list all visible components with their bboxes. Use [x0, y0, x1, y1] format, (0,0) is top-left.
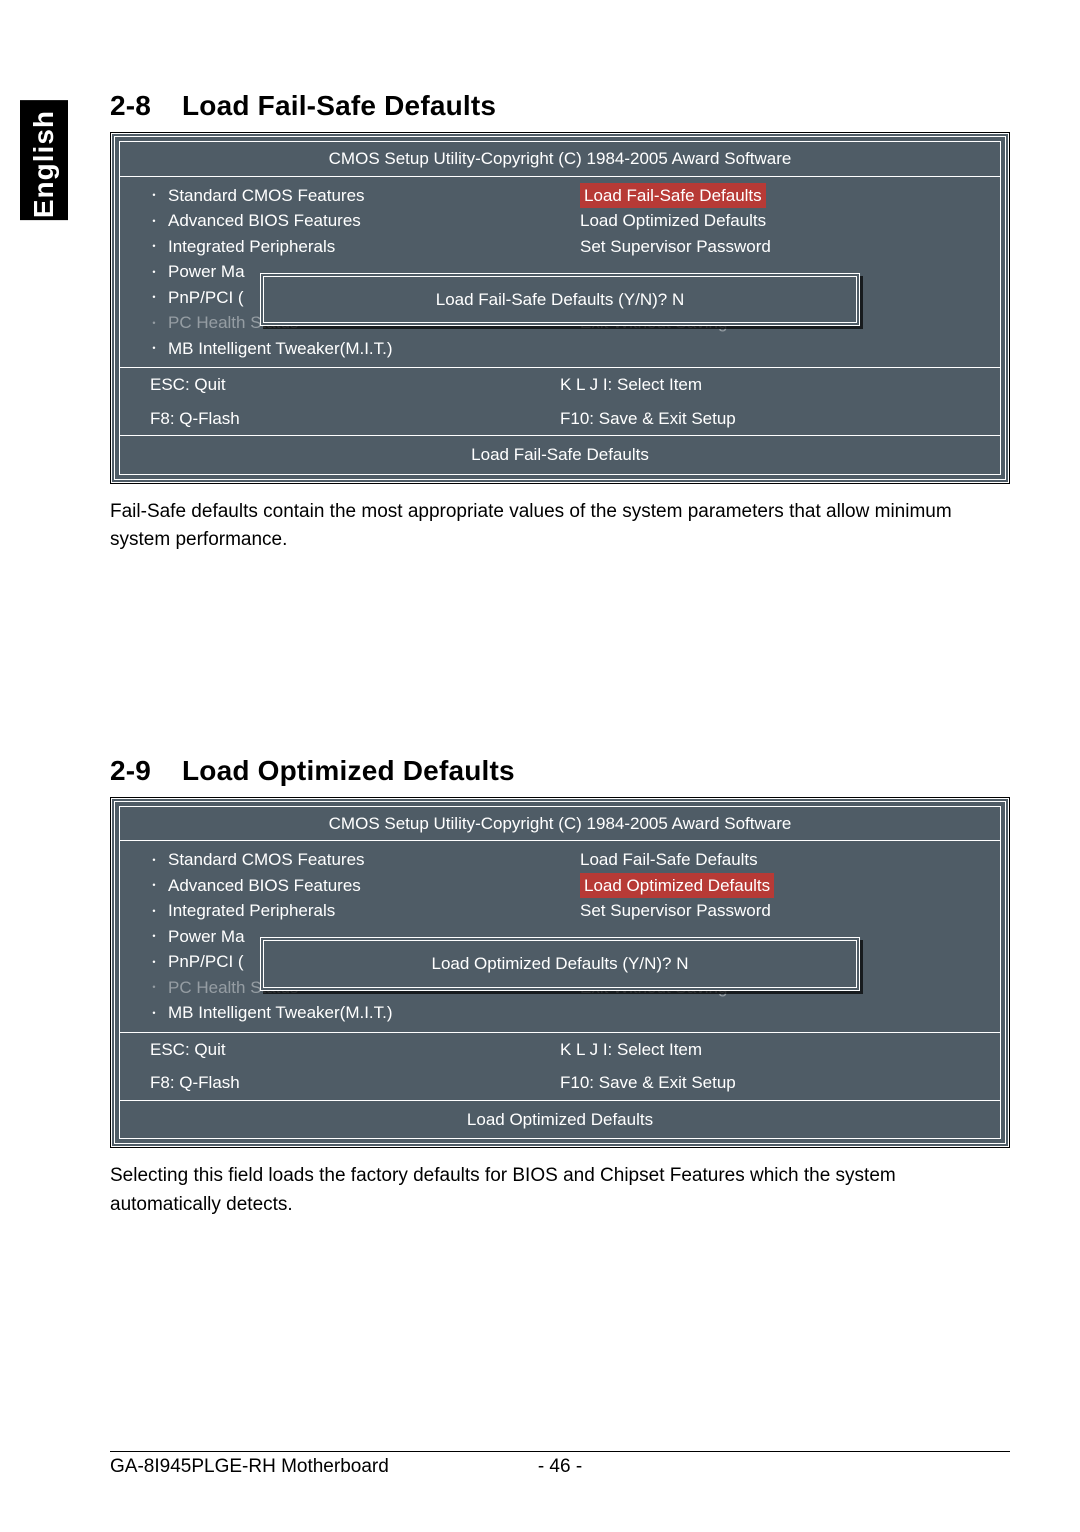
bios-key-f10: F10: Save & Exit Setup — [560, 406, 970, 432]
bios-menu-item — [580, 336, 980, 362]
bios-menu-item[interactable]: •MB Intelligent Tweaker(M.I.T.) — [140, 1000, 540, 1026]
bios-key-esc: ESC: Quit — [150, 372, 560, 398]
footer-product: GA-8I945PLGE-RH Motherboard — [110, 1456, 538, 1478]
bios-keys-row-1b: ESC: Quit K L J I: Select Item — [120, 1033, 1000, 1067]
bios-menu-item[interactable]: •Standard CMOS Features — [140, 847, 540, 873]
bios-keys-row-2b: F8: Q-Flash F10: Save & Exit Setup — [120, 1066, 1000, 1100]
bios-menu-item[interactable]: •Integrated Peripherals — [140, 898, 540, 924]
bios-screenshot-1: CMOS Setup Utility-Copyright (C) 1984-20… — [110, 132, 1010, 484]
bios-screenshot-2: CMOS Setup Utility-Copyright (C) 1984-20… — [110, 797, 1010, 1149]
bios-key-f8: F8: Q-Flash — [150, 1070, 560, 1096]
bios-menu-item[interactable]: •MB Intelligent Tweaker(M.I.T.) — [140, 336, 540, 362]
bios-menu-item-highlight[interactable]: Load Fail-Safe Defaults — [580, 183, 980, 209]
section-number-1: 2-8 — [110, 90, 174, 122]
bios-keys-row-2: F8: Q-Flash F10: Save & Exit Setup — [120, 402, 1000, 436]
bios-key-select: K L J I: Select Item — [560, 372, 970, 398]
bios-key-select: K L J I: Select Item — [560, 1037, 970, 1063]
bios-menu-item[interactable]: Set Supervisor Password — [580, 898, 980, 924]
bios-menu-item-highlight[interactable]: Load Optimized Defaults — [580, 873, 980, 899]
bios-key-f10: F10: Save & Exit Setup — [560, 1070, 970, 1096]
bios-menu-item[interactable]: •Integrated Peripherals — [140, 234, 540, 260]
bios-description-1: Load Fail-Safe Defaults — [120, 435, 1000, 474]
section-paragraph-2: Selecting this field loads the factory d… — [110, 1162, 1010, 1219]
footer-page-number: - 46 - — [538, 1456, 582, 1478]
section-heading-2: 2-9 Load Optimized Defaults — [110, 755, 1010, 787]
bios-key-esc: ESC: Quit — [150, 1037, 560, 1063]
section-number-2: 2-9 — [110, 755, 174, 787]
bios-menu-item[interactable]: •Standard CMOS Features — [140, 183, 540, 209]
bios-key-f8: F8: Q-Flash — [150, 406, 560, 432]
bios-title-2: CMOS Setup Utility-Copyright (C) 1984-20… — [120, 807, 1000, 842]
section-heading-1: 2-8 Load Fail-Safe Defaults — [110, 90, 1010, 122]
bios-menu-item[interactable]: Load Optimized Defaults — [580, 208, 980, 234]
bios-menu-item[interactable]: •Advanced BIOS Features — [140, 873, 540, 899]
bios-dialog-2[interactable]: Load Optimized Defaults (Y/N)? N — [260, 937, 860, 991]
section-title-1: Load Fail-Safe Defaults — [182, 90, 496, 121]
bios-menu-item — [580, 1000, 980, 1026]
bios-menu-item[interactable]: Set Supervisor Password — [580, 234, 980, 260]
bios-menu-item[interactable]: Load Fail-Safe Defaults — [580, 847, 980, 873]
bios-description-2: Load Optimized Defaults — [120, 1100, 1000, 1139]
bios-dialog-1[interactable]: Load Fail-Safe Defaults (Y/N)? N — [260, 273, 860, 327]
section-title-2: Load Optimized Defaults — [182, 755, 515, 786]
bios-keys-row-1: ESC: Quit K L J I: Select Item — [120, 368, 1000, 402]
bios-menu-item[interactable]: •Advanced BIOS Features — [140, 208, 540, 234]
section-paragraph-1: Fail-Safe defaults contain the most appr… — [110, 498, 1010, 555]
footer-rule — [110, 1451, 1010, 1452]
bios-title-1: CMOS Setup Utility-Copyright (C) 1984-20… — [120, 142, 1000, 177]
language-tab: English — [20, 100, 68, 220]
